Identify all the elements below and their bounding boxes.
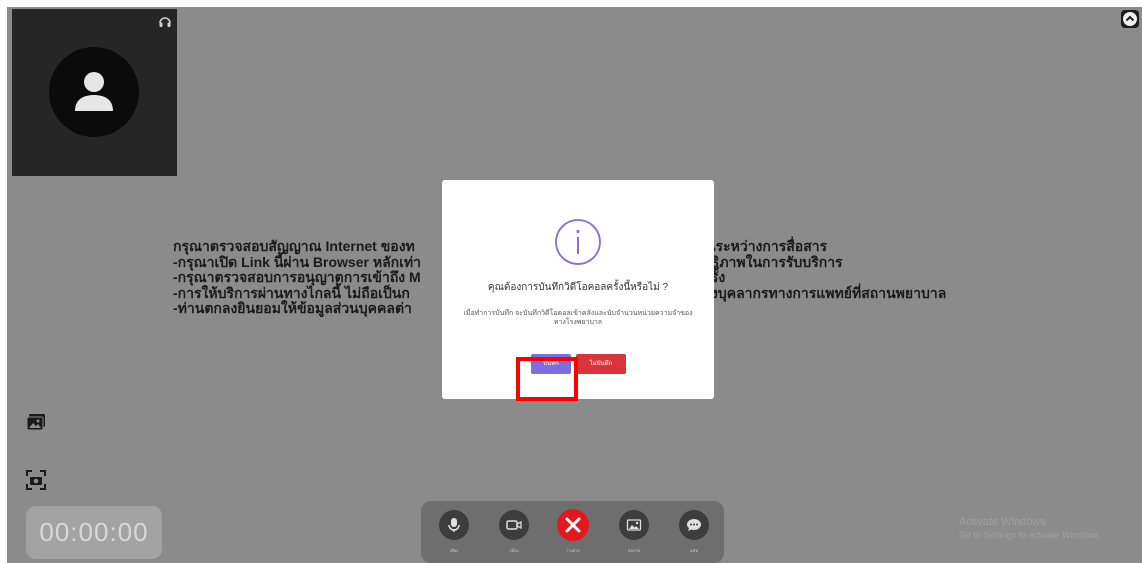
user-icon: [75, 72, 113, 111]
watermark-title: Activate Windows: [959, 516, 1046, 528]
send-image-button[interactable]: ส่งภาพ: [604, 508, 664, 560]
gallery-icon[interactable]: [25, 411, 47, 433]
microphone-icon: [448, 518, 460, 532]
toolbar-label: เสียง: [449, 548, 459, 553]
self-video-tile: [12, 9, 177, 176]
toolbar-label: แชท: [690, 548, 698, 553]
chat-button[interactable]: แชท: [664, 508, 724, 560]
collapse-button[interactable]: [1121, 10, 1139, 28]
end-call-icon: [565, 517, 581, 533]
image-icon: [626, 519, 642, 531]
watermark-subtitle: Go to Settings to activate Windows.: [959, 530, 1102, 540]
dialog-title: คุณต้องการบันทึกวิดีโอคอลครั้งนี้หรือไม่…: [487, 282, 669, 293]
camera-button[interactable]: กล้อง: [484, 508, 544, 560]
toolbar-label: ส่งภาพ: [628, 548, 640, 553]
video-call-stage: กรุณาตรวจสอบสัญญาณ Internet ของท เจนระหว่…: [7, 7, 1142, 563]
avatar: [49, 47, 139, 137]
call-timer: 00:00:00: [26, 506, 162, 559]
info-icon: [553, 217, 603, 272]
headset-icon[interactable]: [158, 15, 172, 29]
chat-icon: [687, 519, 701, 531]
toolbar-label: กล้อง: [509, 548, 519, 553]
video-camera-icon: [506, 520, 522, 530]
highlight-box: [516, 357, 578, 401]
toolbar-label: วางสาย: [566, 548, 580, 553]
windows-activation-watermark: Activate Windows Go to Settings to activ…: [959, 516, 1101, 542]
dialog-message: เมื่อทำการบันทึก จะบันทึกวิดีโอคอลเข้าคล…: [463, 310, 693, 326]
microphone-button[interactable]: เสียง: [424, 508, 484, 560]
dont-save-button[interactable]: ไม่บันทึก: [576, 354, 626, 374]
end-call-button[interactable]: วางสาย: [543, 508, 603, 560]
call-toolbar: เสียง กล้อง วางสาย ส่งภาพ แชท: [421, 501, 724, 563]
chevron-up-icon: [1123, 12, 1137, 26]
record-confirm-dialog: คุณต้องการบันทึกวิดีโอคอลครั้งนี้หรือไม่…: [442, 180, 714, 399]
screenshot-icon[interactable]: [25, 469, 47, 491]
